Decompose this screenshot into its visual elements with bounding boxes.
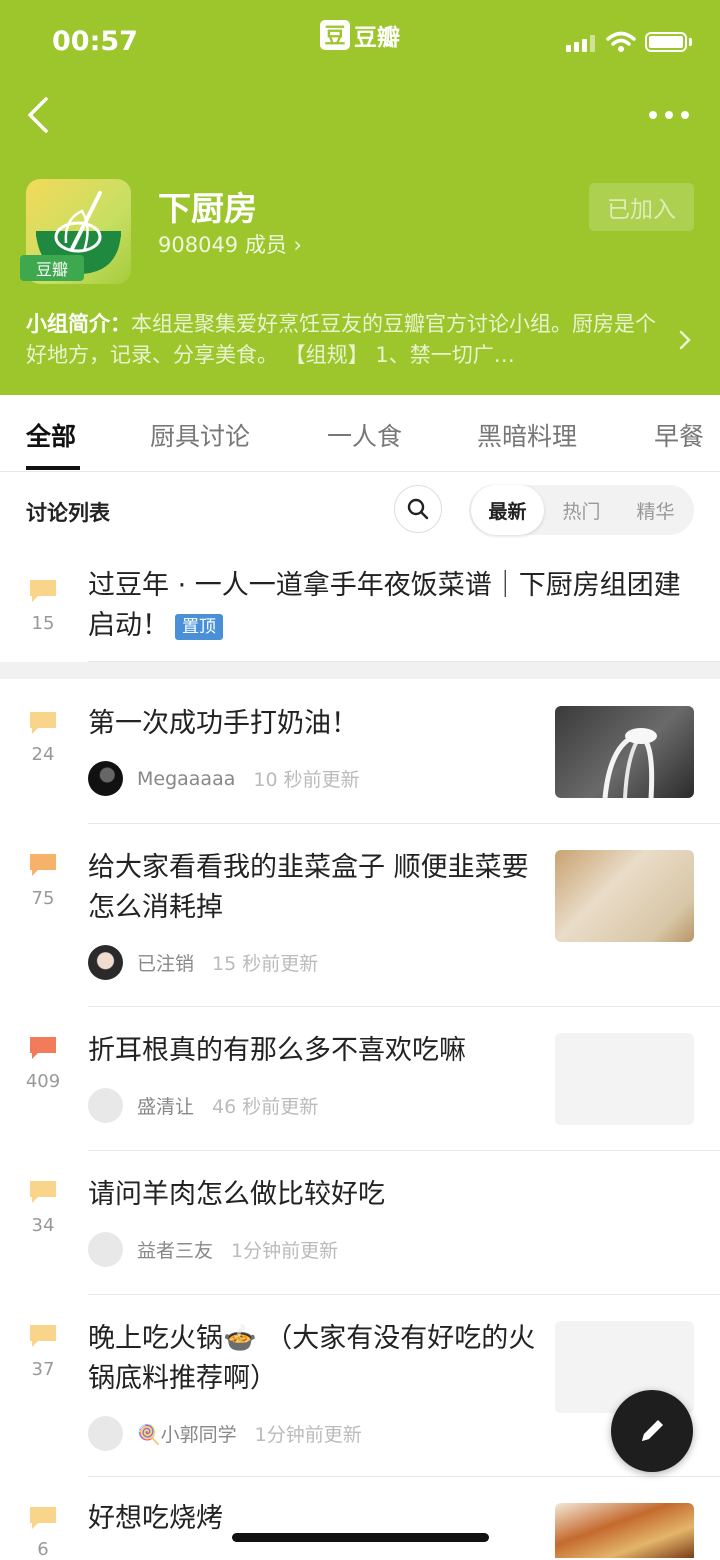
battery-nub (689, 38, 692, 46)
app-logo-mark: 豆 (320, 20, 350, 50)
battery-icon (645, 32, 687, 52)
app-logo-text: 豆瓣 (354, 25, 400, 51)
comment-bubble-icon (30, 580, 56, 602)
post-title: 给大家看看我的韭菜盒子 顺便韭菜要怎么消耗掉 (88, 852, 529, 923)
app-logo: 豆 豆瓣 (320, 18, 400, 52)
search-button[interactable] (394, 485, 442, 533)
comment-count: 15 (31, 613, 55, 634)
comment-bubble-icon (30, 1507, 56, 1529)
post-thumbnail[interactable] (555, 1033, 694, 1125)
sort-segmented-control: 最新 热门 精华 (469, 485, 694, 535)
comment-count: 75 (31, 888, 55, 909)
more-icon[interactable] (648, 105, 690, 125)
divider (88, 1150, 720, 1151)
comment-bubble-icon (30, 854, 56, 876)
update-time: 1分钟前更新 (231, 1240, 339, 1262)
update-time: 15 秒前更新 (212, 953, 319, 975)
comment-count: 24 (31, 744, 55, 765)
post-meta: Megaaaaa 10 秒前更新 (88, 761, 360, 796)
category-tabs: 全部 厨具讨论 一人食 黑暗料理 早餐 (0, 395, 720, 472)
post-title: 晚上吃火锅🍲 （大家有没有好吃的火锅底料推荐啊） (88, 1323, 536, 1394)
tab-breakfast[interactable]: 早餐 (654, 417, 704, 453)
sort-featured[interactable]: 精华 (619, 485, 692, 535)
whipped-cream-image (602, 728, 657, 798)
comment-count: 6 (37, 1539, 49, 1560)
divider (88, 1006, 720, 1007)
sort-hot[interactable]: 热门 (544, 485, 619, 535)
comment-bubble-icon (30, 1037, 56, 1059)
douban-badge: 豆瓣 (20, 255, 84, 281)
tab-dark-cuisine[interactable]: 黑暗料理 (477, 417, 577, 453)
member-count-link[interactable]: 908049 成员 › (158, 229, 302, 259)
post-title: 折耳根真的有那么多不喜欢吃嘛 (88, 1035, 466, 1066)
pinned-badge: 置顶 (175, 613, 223, 640)
comment-bubble-icon (30, 1181, 56, 1203)
update-time: 10 秒前更新 (253, 769, 360, 791)
post-thumbnail[interactable] (555, 706, 694, 798)
post-meta: 益者三友 1分钟前更新 (88, 1232, 338, 1267)
discussion-list-title: 讨论列表 (26, 501, 110, 525)
group-name: 下厨房 (158, 189, 257, 228)
back-icon[interactable] (24, 95, 54, 135)
divider (88, 823, 720, 824)
wifi-icon (606, 31, 636, 52)
update-time: 1分钟前更新 (254, 1424, 362, 1446)
tab-all[interactable]: 全部 (26, 417, 76, 453)
avatar[interactable] (88, 761, 123, 796)
post-thumbnail[interactable] (555, 850, 694, 942)
avatar[interactable] (88, 1088, 123, 1123)
update-time: 46 秒前更新 (212, 1096, 319, 1118)
pen-icon (642, 1420, 663, 1441)
group-header: 00:57 豆 豆瓣 豆瓣 下厨房 908049 成员 › 已加入 小组简介：本… (0, 0, 720, 395)
author-name[interactable]: 已注销 (137, 949, 194, 976)
chevron-right-icon[interactable] (678, 330, 692, 350)
post-thumbnail[interactable] (555, 1503, 694, 1558)
comment-count: 34 (31, 1215, 55, 1236)
group-intro[interactable]: 小组简介：本组是聚集爱好烹饪豆友的豆瓣官方讨论小组。厨房是个好地方，记录、分享美… (26, 309, 656, 371)
comment-count: 37 (31, 1359, 55, 1380)
divider (88, 1294, 720, 1295)
joined-button[interactable]: 已加入 (589, 183, 694, 231)
post-title: 过豆年 · 一人一道拿手年夜饭菜谱｜下厨房组团建启动！ 置顶 (88, 566, 688, 646)
post-title: 请问羊肉怎么做比较好吃 (88, 1179, 385, 1210)
comment-bubble-icon (30, 712, 56, 734)
section-gap (0, 662, 720, 679)
divider (88, 1476, 720, 1477)
status-time: 00:57 (52, 26, 138, 57)
avatar[interactable] (88, 1416, 123, 1451)
tab-kitchenware[interactable]: 厨具讨论 (150, 417, 250, 453)
author-name[interactable]: Megaaaaa (137, 768, 235, 790)
avatar[interactable] (88, 1232, 123, 1267)
author-name[interactable]: 盛清让 (137, 1092, 194, 1119)
signal-icon (566, 35, 595, 52)
active-tab-indicator (26, 466, 80, 470)
author-name[interactable]: 🍭小郭同学 (137, 1420, 237, 1447)
tab-solo-meal[interactable]: 一人食 (327, 417, 402, 453)
post-meta: 盛清让 46 秒前更新 (88, 1088, 318, 1123)
intro-label: 小组简介： (26, 312, 131, 336)
post-title: 第一次成功手打奶油！ (88, 708, 358, 739)
home-indicator (232, 1533, 489, 1542)
post-meta: 已注销 15 秒前更新 (88, 945, 318, 980)
avatar[interactable] (88, 945, 123, 980)
compose-post-button[interactable] (611, 1390, 693, 1472)
post-meta: 🍭小郭同学 1分钟前更新 (88, 1416, 362, 1451)
search-icon (407, 498, 429, 520)
author-name[interactable]: 益者三友 (137, 1236, 213, 1263)
sort-latest[interactable]: 最新 (471, 485, 544, 535)
comment-bubble-icon (30, 1325, 56, 1347)
comment-count: 409 (25, 1071, 61, 1092)
